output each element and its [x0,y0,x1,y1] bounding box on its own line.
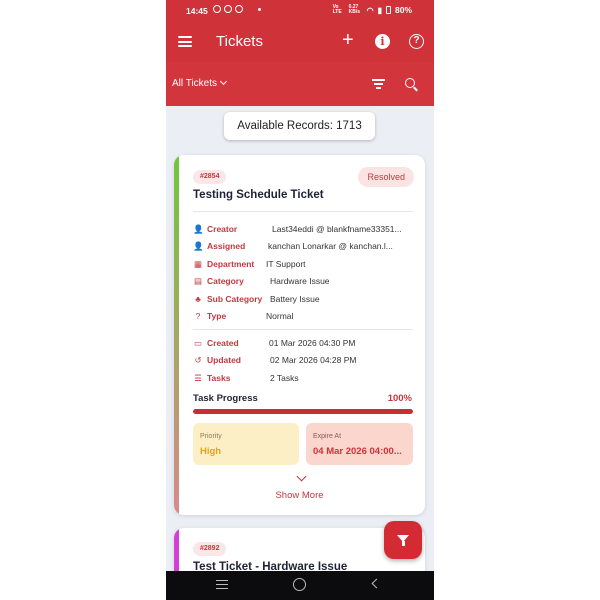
filter-fab-button[interactable] [384,521,422,559]
search-icon[interactable] [405,78,415,88]
page-title: Tickets [216,33,263,50]
field-label: Tasks [207,373,231,383]
person-icon: 👤 [193,224,204,234]
dot-icon [258,7,261,11]
message-icon [224,5,232,13]
history-icon: ↺ [194,355,202,365]
expire-box: Expire At 04 Mar 2026 04:00... [306,423,413,465]
chevron-down-icon[interactable] [296,471,307,482]
speed-label: 0.27 KB/s [348,4,360,15]
hamburger-menu-icon[interactable] [178,36,192,47]
ticket-id-badge: #2854 [193,170,227,184]
status-notification-icons [213,5,261,13]
ticket-card[interactable]: #2854 Resolved Testing Schedule Ticket 👤… [174,155,425,515]
status-badge: Resolved [358,167,414,187]
field-value: IT Support [266,259,306,269]
filter-icon-stem [401,541,405,546]
chevron-down-icon [219,77,228,86]
show-more-button[interactable]: Show More [174,490,425,501]
status-right: Vo LTE 0.27 KB/s ◠ ▮ 80% [332,4,412,16]
hierarchy-icon: ♣ [195,294,201,304]
field-value: 2 Tasks [270,373,299,383]
priority-label: Priority [200,433,222,440]
field-value: Hardware Issue [270,276,330,286]
task-progress-label: Task Progress [193,393,258,404]
field-label: Creator [207,224,238,234]
available-records-badge: Available Records: 1713 [224,112,375,140]
filter-bar: All Tickets [166,62,434,106]
divider [193,329,413,330]
ticket-id-badge: #2892 [193,542,227,556]
app-bar: Tickets + i ? [166,22,434,62]
battery-level: 80% [394,5,412,15]
divider [193,211,413,212]
home-icon[interactable] [293,578,306,591]
field-label: Type [207,311,227,321]
wifi-icon: ◠ [366,5,374,15]
info-icon[interactable]: i [375,34,390,49]
task-list-icon: ☰ [194,373,202,383]
task-progress-percent: 100% [387,393,412,404]
phone-screen: 14:45 Vo LTE 0.27 KB/s ◠ ▮ 80% Tickets +… [166,0,434,600]
task-progress-fill [193,409,413,414]
back-icon[interactable] [371,578,382,589]
category-icon: ▤ [193,276,203,286]
field-value: kanchan Lonarkar @ kanchan.l... [268,241,393,251]
field-value: 02 Mar 2026 04:28 PM [270,355,357,365]
system-nav-bar [166,571,434,600]
field-value: Battery Issue [270,294,320,304]
ticket-title: Testing Schedule Ticket [193,189,324,201]
field-label: Department [207,259,255,269]
expire-value: 04 Mar 2026 04:00... [313,446,402,457]
expire-label: Expire At [313,433,342,440]
view-selector-label: All Tickets [172,78,218,89]
priority-value: High [200,446,222,457]
signal-icon: ▮ [377,5,382,15]
recents-icon[interactable] [216,580,228,591]
field-value: Last34eddi @ blankfname33351... [272,224,402,234]
sort-icon[interactable] [372,79,385,91]
view-selector[interactable]: All Tickets [172,77,228,89]
add-ticket-button[interactable]: + [342,30,354,50]
task-progress-bar [193,409,413,414]
assigned-person-icon: 👤 [193,241,204,251]
field-value: Normal [266,311,294,321]
chat-icon [235,5,243,13]
card-accent-bar [174,155,179,515]
battery-icon [385,6,391,14]
field-label: Created [207,338,239,348]
status-time: 14:45 [186,6,208,16]
network-label: Vo LTE [332,4,342,15]
whatsapp-icon [213,5,221,13]
help-icon[interactable]: ? [409,34,424,49]
field-label: Sub Category [207,294,263,304]
field-label: Assigned [207,241,246,251]
question-icon: ? [195,311,201,321]
calendar-icon: ▭ [193,338,203,348]
field-label: Updated [207,355,241,365]
status-bar: 14:45 Vo LTE 0.27 KB/s ◠ ▮ 80% [166,0,434,22]
field-label: Category [207,276,244,286]
field-value: 01 Mar 2026 04:30 PM [269,338,356,348]
building-icon: ▦ [193,259,203,269]
priority-box: Priority High [193,423,299,465]
